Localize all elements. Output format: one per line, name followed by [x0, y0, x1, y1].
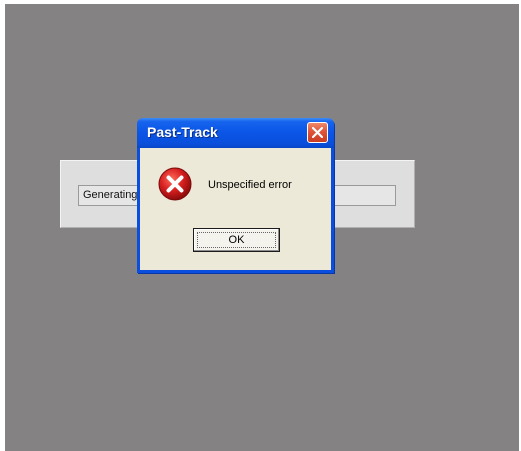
ok-button[interactable]: OK: [193, 228, 280, 252]
close-button[interactable]: [307, 122, 328, 143]
error-message: Unspecified error: [208, 179, 292, 191]
close-icon: [312, 127, 323, 138]
error-dialog: Past-Track Unspecified error OK: [137, 118, 334, 273]
dialog-body: Unspecified error OK: [140, 148, 331, 270]
dialog-title: Past-Track: [147, 124, 218, 140]
error-icon: [158, 167, 192, 201]
dialog-titlebar[interactable]: Past-Track: [137, 118, 334, 148]
ok-button-label: OK: [228, 234, 245, 246]
